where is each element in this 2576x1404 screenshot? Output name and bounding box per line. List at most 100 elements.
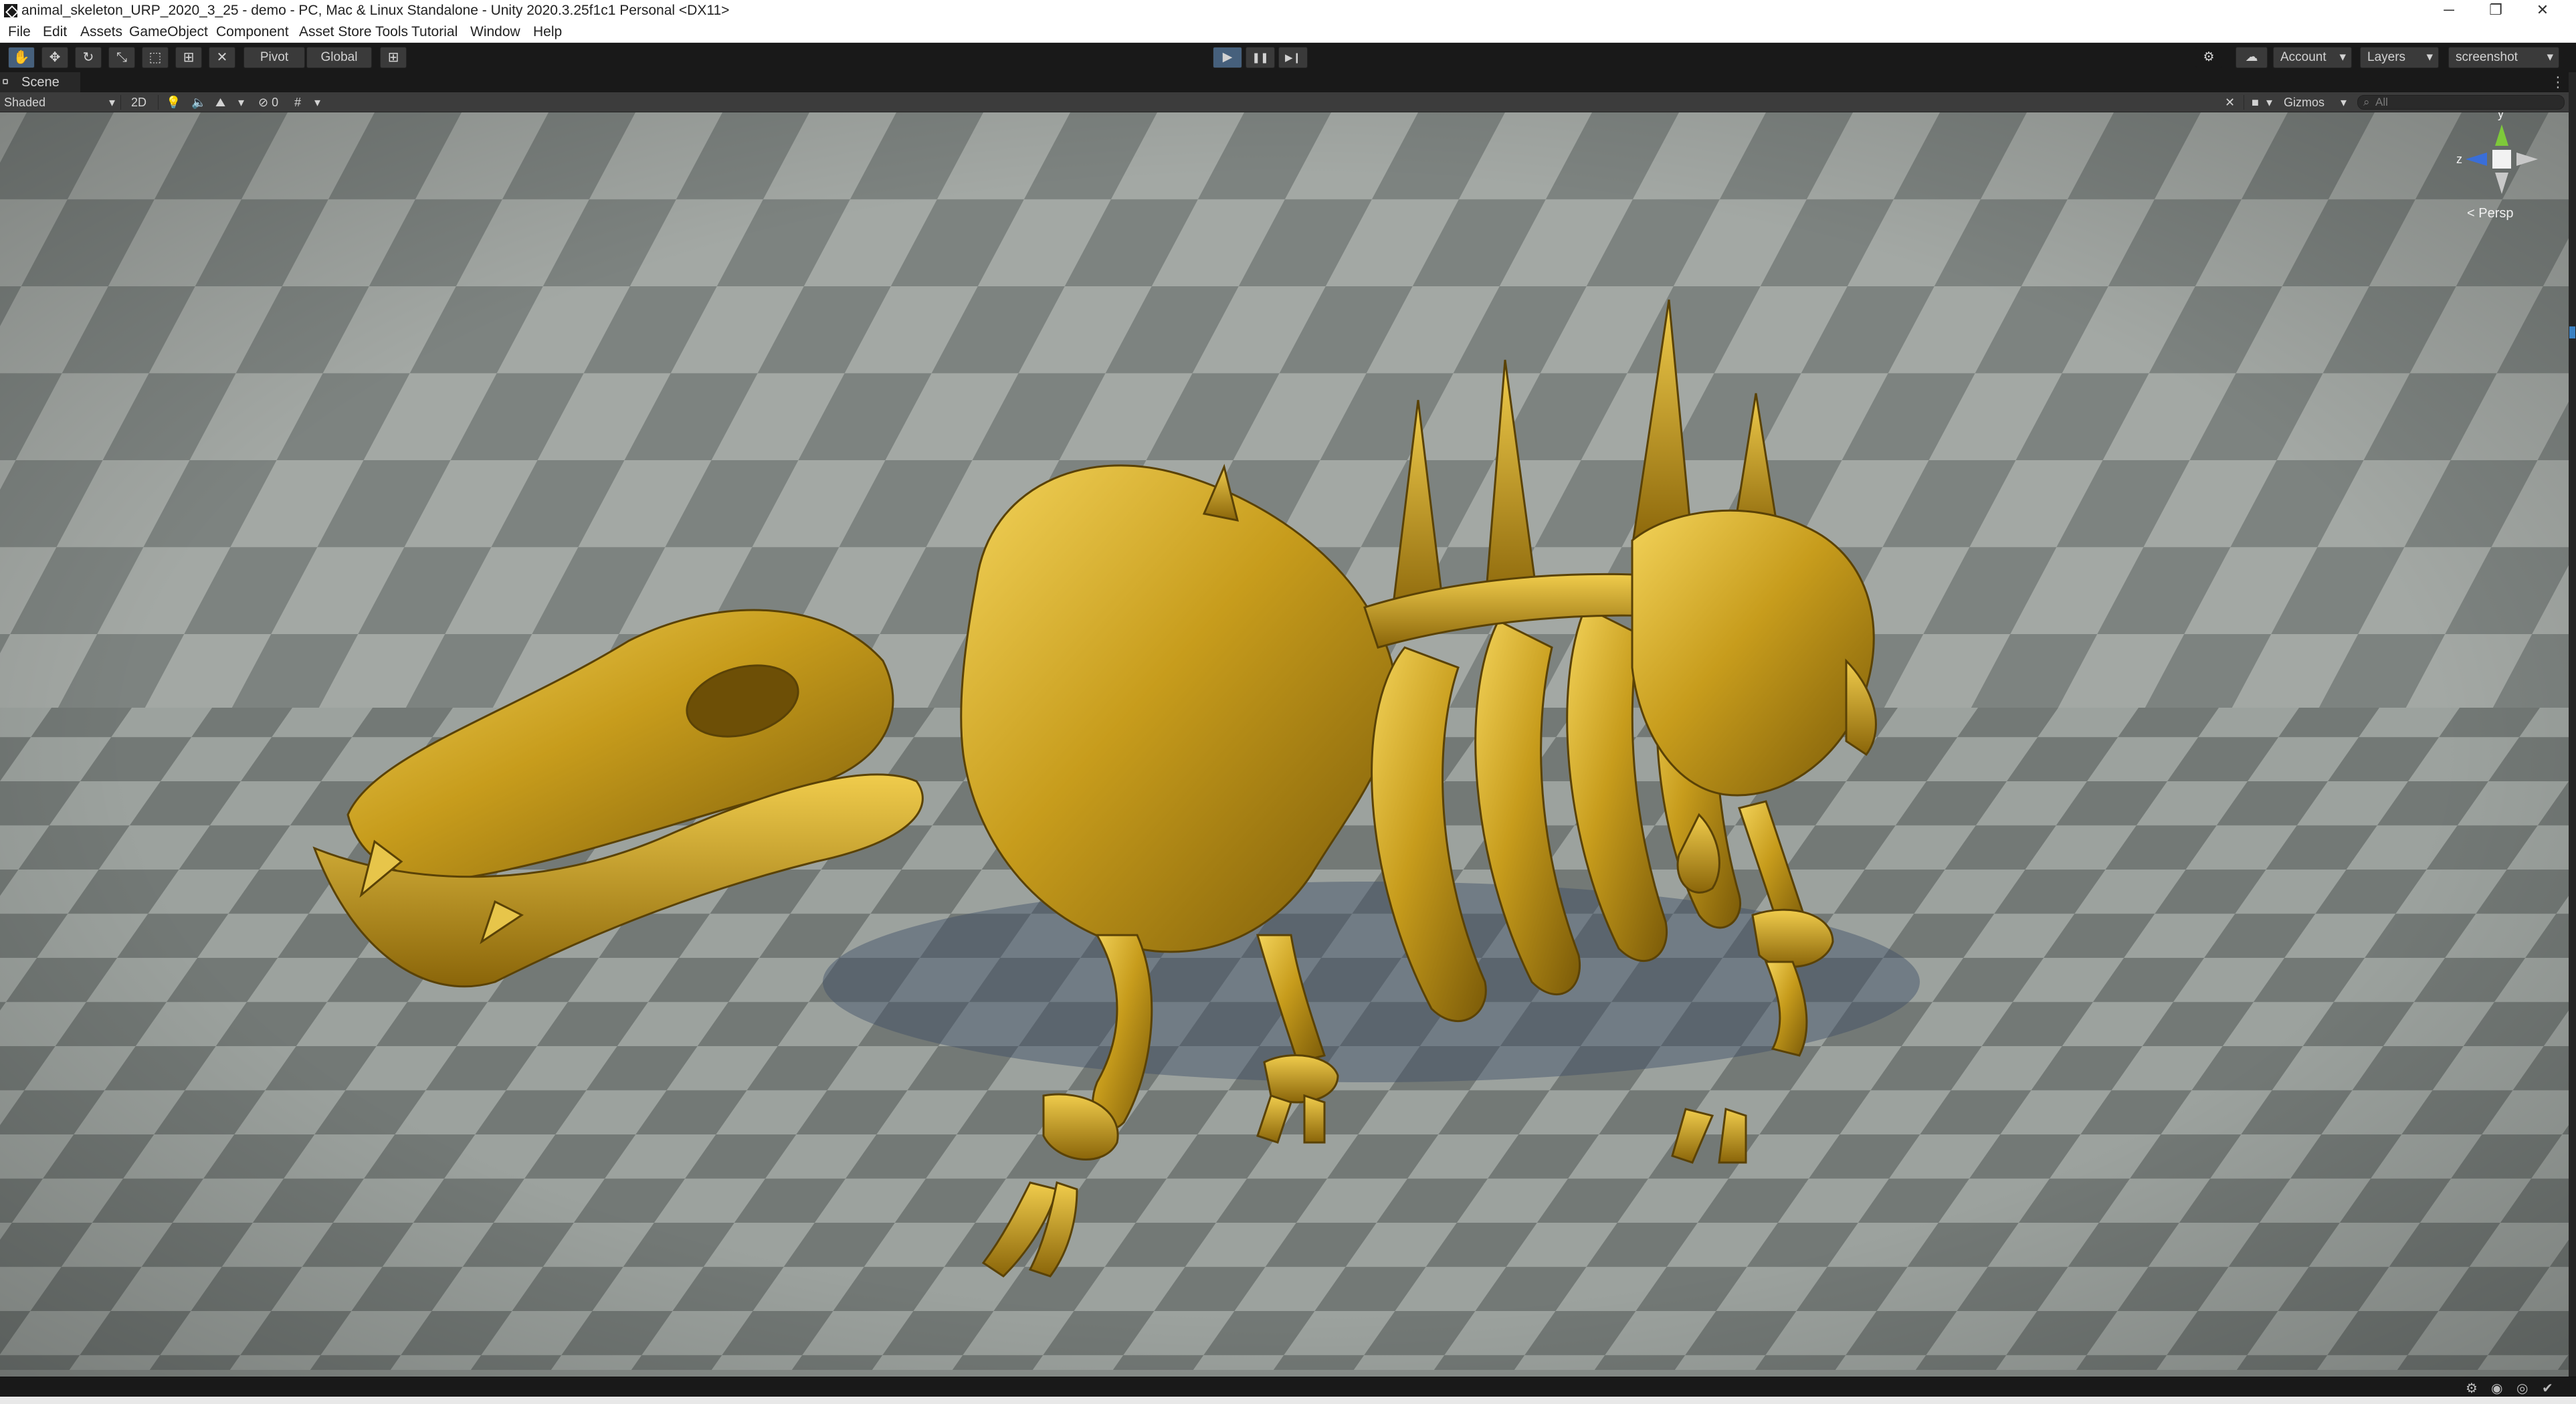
menu-file[interactable]: File: [8, 24, 31, 40]
hidden-count: 0: [272, 96, 279, 109]
layout-dropdown[interactable]: screenshot ▾: [2448, 47, 2559, 68]
layers-dropdown[interactable]: Layers ▾: [2360, 47, 2439, 68]
chevron-down-icon: ▾: [108, 96, 115, 109]
step-button[interactable]: ▶❙: [1278, 47, 1308, 68]
account-label: Account: [2280, 50, 2326, 64]
menu-assets[interactable]: Assets: [80, 24, 122, 40]
scene-render: [0, 112, 2569, 1377]
chevron-down-icon[interactable]: ▾: [2266, 94, 2272, 110]
settings-icon: ⚙: [2203, 50, 2215, 64]
play-button[interactable]: ▶: [1213, 47, 1242, 68]
pause-icon: ❚❚: [1252, 52, 1269, 64]
status-bar: ⚙ ◉ ◎ ✔: [0, 1377, 2576, 1397]
cloud-icon: ☁: [2245, 50, 2258, 64]
lighting-icon[interactable]: 💡: [166, 94, 181, 110]
hidden-icon: ⊘: [258, 96, 269, 109]
scene-orientation-gizmo[interactable]: y z < Persp: [2456, 112, 2542, 233]
menu-bar: File Edit Assets GameObject Component As…: [0, 21, 2576, 43]
window-title: animal_skeleton_URP_2020_3_25 - demo - P…: [21, 3, 730, 18]
minimize-button[interactable]: ─: [2429, 0, 2469, 21]
step-icon: ▶❙: [1284, 52, 1302, 64]
menu-asset-store-tools[interactable]: Asset Store Tools: [299, 24, 408, 40]
pivot-toggle[interactable]: Pivot: [243, 47, 305, 68]
menu-help[interactable]: Help: [533, 24, 562, 40]
snap-button[interactable]: ⊞: [380, 47, 407, 68]
grid-icon[interactable]: #: [294, 94, 301, 110]
2d-toggle[interactable]: 2D: [131, 94, 146, 110]
audio-icon[interactable]: 🔈: [191, 94, 206, 110]
collaborate-icon[interactable]: ◉: [2491, 1380, 2502, 1397]
scene-search-input[interactable]: ⌕ All: [2357, 95, 2565, 110]
chevron-down-icon[interactable]: ▾: [238, 94, 244, 110]
chevron-down-icon: ▾: [2339, 50, 2346, 64]
scene-toolbar: Shaded ▾ 2D 💡 🔈 ⛰ ▾ ⊘ 0 # ▾ ✕ ■ ▾ Gizmos…: [0, 92, 2576, 112]
layers-label: Layers: [2367, 50, 2406, 64]
snap-icon: ⊞: [387, 50, 399, 65]
rect-tool-button[interactable]: ⬚: [142, 47, 169, 68]
scene-viewport[interactable]: y z < Persp: [0, 112, 2569, 1377]
skeleton-shadow: [823, 882, 1920, 1082]
unity-logo-icon: [4, 4, 17, 17]
settings-button[interactable]: ⚙: [2195, 47, 2222, 68]
scale-tool-button[interactable]: ⤡: [108, 47, 135, 68]
play-icon: ▶: [1222, 50, 1233, 64]
custom-tool-button[interactable]: ✕: [209, 47, 235, 68]
global-toggle[interactable]: Global: [306, 47, 372, 68]
scene-tab-icon: [3, 79, 8, 84]
cache-server-icon[interactable]: ⚙: [2466, 1380, 2478, 1397]
y-axis-label: y: [2498, 112, 2504, 120]
axis-gizmo-icon: [2466, 124, 2538, 194]
menu-edit[interactable]: Edit: [43, 24, 67, 40]
scale-icon: ⤡: [116, 50, 127, 65]
rotate-tool-button[interactable]: ↻: [75, 47, 102, 68]
shading-mode-label: Shaded: [4, 96, 46, 109]
layout-label: screenshot: [2456, 50, 2518, 64]
title-bar: animal_skeleton_URP_2020_3_25 - demo - P…: [0, 0, 2576, 21]
hand-tool-button[interactable]: ✋: [8, 47, 35, 68]
global-label: Global: [320, 50, 358, 64]
move-tool-button[interactable]: ✥: [41, 47, 68, 68]
menu-component[interactable]: Component: [216, 24, 289, 40]
separator: [120, 95, 121, 110]
separator: [158, 95, 159, 110]
auto-generate-lighting-icon[interactable]: ◎: [2516, 1380, 2528, 1397]
transform-icon: ⊞: [183, 50, 195, 65]
scroll-marker: [2569, 326, 2575, 338]
chevron-down-icon: ▾: [2426, 50, 2433, 64]
gizmos-dropdown[interactable]: Gizmos ▾: [2284, 94, 2348, 110]
right-scrollbar[interactable]: [2569, 72, 2576, 1377]
window-bottom-edge: [0, 1397, 2576, 1404]
effects-icon[interactable]: ⛰: [215, 94, 225, 110]
rotate-icon: ↻: [82, 50, 94, 65]
chevron-down-icon: ▾: [2340, 96, 2347, 109]
shading-mode-dropdown[interactable]: Shaded ▾: [4, 94, 118, 110]
z-axis-label: z: [2456, 153, 2462, 166]
custom-tool-icon: ✕: [216, 50, 228, 65]
menu-window[interactable]: Window: [470, 24, 520, 40]
chevron-down-icon: ▾: [2547, 50, 2553, 64]
camera-icon[interactable]: ■: [2252, 94, 2259, 110]
more-options-icon[interactable]: ⋮: [2551, 74, 2565, 91]
projection-toggle[interactable]: < Persp: [2467, 206, 2513, 221]
transform-tool-button[interactable]: ⊞: [175, 47, 202, 68]
rect-icon: ⬚: [148, 50, 162, 65]
pivot-label: Pivot: [260, 50, 289, 64]
search-icon: ⌕: [2363, 96, 2370, 108]
pause-button[interactable]: ❚❚: [1246, 47, 1275, 68]
menu-tutorial[interactable]: Tutorial: [411, 24, 458, 40]
close-button[interactable]: ✕: [2522, 0, 2563, 21]
maximize-button[interactable]: ❐: [2476, 0, 2516, 21]
gizmos-label: Gizmos: [2284, 96, 2325, 109]
scene-tab-label: Scene: [21, 75, 60, 90]
cloud-button[interactable]: ☁: [2236, 47, 2268, 68]
compile-status-icon[interactable]: ✔: [2542, 1380, 2553, 1397]
account-dropdown[interactable]: Account ▾: [2273, 47, 2352, 68]
chevron-down-icon[interactable]: ▾: [314, 94, 320, 110]
tools-icon[interactable]: ✕: [2225, 94, 2235, 110]
hand-icon: ✋: [13, 50, 30, 65]
main-toolbar: ✋ ✥ ↻ ⤡ ⬚ ⊞ ✕ Pivot Global ⊞ ▶ ❚❚ ▶❙ ⚙ ☁…: [0, 43, 2576, 72]
move-icon: ✥: [49, 50, 61, 65]
hidden-objects-toggle[interactable]: ⊘ 0: [258, 94, 278, 110]
menu-gameobject[interactable]: GameObject: [129, 24, 208, 40]
tab-scene[interactable]: Scene: [0, 72, 80, 92]
